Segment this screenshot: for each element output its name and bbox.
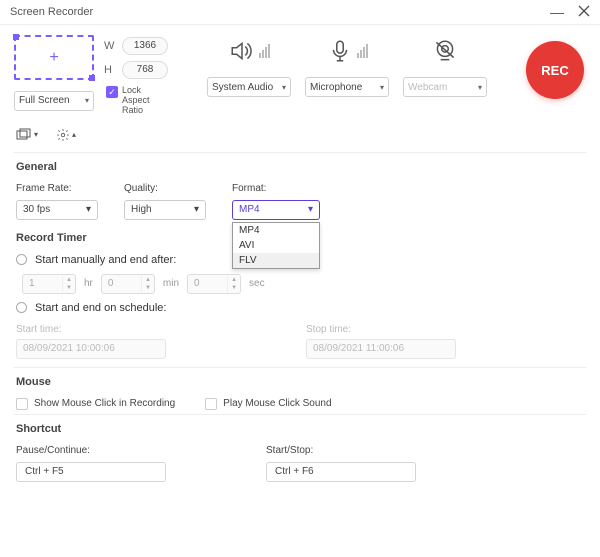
format-option-avi[interactable]: AVI bbox=[233, 238, 319, 253]
chevron-down-icon: ▾ bbox=[308, 204, 313, 215]
quality-select[interactable]: High▾ bbox=[124, 200, 206, 220]
format-dropdown-menu: MP4 AVI FLV bbox=[232, 222, 320, 269]
schedule-radio[interactable] bbox=[16, 302, 27, 313]
general-title: General bbox=[16, 161, 584, 173]
webcam-off-icon bbox=[432, 38, 458, 64]
pause-shortcut-input[interactable]: Ctrl + F5 bbox=[16, 462, 166, 482]
gear-icon bbox=[56, 128, 70, 142]
webcam-select[interactable]: Webcam▾ bbox=[403, 77, 487, 97]
height-input[interactable] bbox=[122, 61, 168, 79]
secondary-toolbar: ▾ ▴ bbox=[0, 122, 600, 152]
down-icon[interactable]: ▼ bbox=[142, 284, 154, 292]
format-option-flv[interactable]: FLV bbox=[233, 253, 319, 268]
system-audio-select[interactable]: System Audio▾ bbox=[207, 77, 291, 97]
start-shortcut-input[interactable]: Ctrl + F6 bbox=[266, 462, 416, 482]
plus-icon: + bbox=[49, 49, 58, 67]
mouse-title: Mouse bbox=[16, 376, 584, 388]
microphone-select[interactable]: Microphone▾ bbox=[305, 77, 389, 97]
lock-aspect-checkbox[interactable]: ✓ bbox=[106, 86, 118, 98]
chevron-down-icon: ▾ bbox=[86, 204, 91, 215]
capture-area-selector[interactable]: + bbox=[14, 35, 94, 80]
system-audio-source: System Audio▾ bbox=[203, 35, 295, 97]
width-input[interactable] bbox=[122, 37, 168, 55]
shortcut-section: Shortcut Pause/Continue: Ctrl + F5 Start… bbox=[0, 415, 600, 486]
down-icon[interactable]: ▼ bbox=[228, 284, 240, 292]
chevron-down-icon: ▾ bbox=[478, 83, 482, 92]
minutes-spinner[interactable]: 0 ▲▼ bbox=[101, 274, 155, 294]
shortcut-title: Shortcut bbox=[16, 423, 584, 435]
width-label: W bbox=[104, 40, 116, 52]
stop-time-input[interactable]: 08/09/2021 11:00:06 bbox=[306, 339, 456, 359]
start-time-label: Start time: bbox=[16, 324, 166, 335]
chevron-up-icon: ▴ bbox=[72, 130, 76, 139]
manual-label: Start manually and end after: bbox=[35, 254, 176, 266]
close-button[interactable] bbox=[578, 5, 590, 20]
down-icon[interactable]: ▼ bbox=[63, 284, 75, 292]
play-sound-checkbox[interactable]: ✓ bbox=[205, 398, 217, 410]
sources-panel: System Audio▾ Microphone▾ Webcam▾ bbox=[180, 35, 514, 97]
format-label: Format: bbox=[232, 183, 320, 194]
pause-shortcut-label: Pause/Continue: bbox=[16, 445, 166, 456]
minimize-button[interactable]: — bbox=[550, 4, 564, 20]
record-label: REC bbox=[541, 63, 568, 78]
record-button[interactable]: REC bbox=[526, 41, 584, 99]
up-icon[interactable]: ▲ bbox=[63, 276, 75, 284]
microphone-source: Microphone▾ bbox=[301, 35, 393, 97]
seconds-unit: sec bbox=[249, 278, 265, 289]
chevron-down-icon: ▾ bbox=[380, 83, 384, 92]
chevron-down-icon: ▾ bbox=[194, 204, 199, 215]
titlebar: Screen Recorder — bbox=[0, 0, 600, 25]
play-sound-label: Play Mouse Click Sound bbox=[223, 398, 331, 409]
microphone-icon bbox=[327, 38, 353, 64]
screenshot-tool[interactable]: ▾ bbox=[16, 128, 38, 142]
speaker-icon bbox=[229, 38, 255, 64]
manual-radio[interactable] bbox=[16, 254, 27, 265]
frame-rate-select[interactable]: 30 fps▾ bbox=[16, 200, 98, 220]
chevron-down-icon: ▾ bbox=[282, 83, 286, 92]
seconds-spinner[interactable]: 0 ▲▼ bbox=[187, 274, 241, 294]
settings-tool[interactable]: ▴ bbox=[56, 128, 76, 142]
format-select[interactable]: MP4▾ bbox=[232, 200, 320, 220]
frame-rate-label: Frame Rate: bbox=[16, 183, 98, 194]
start-shortcut-label: Start/Stop: bbox=[266, 445, 416, 456]
chevron-down-icon: ▾ bbox=[34, 130, 38, 139]
show-click-checkbox[interactable]: ✓ bbox=[16, 398, 28, 410]
up-icon[interactable]: ▲ bbox=[228, 276, 240, 284]
mouse-section: Mouse ✓ Show Mouse Click in Recording ✓ … bbox=[0, 368, 600, 414]
lock-aspect-label: Lock Aspect Ratio bbox=[122, 86, 162, 116]
start-time-input[interactable]: 08/09/2021 10:00:06 bbox=[16, 339, 166, 359]
webcam-source: Webcam▾ bbox=[399, 35, 491, 97]
minutes-unit: min bbox=[163, 278, 179, 289]
layers-icon bbox=[16, 128, 32, 142]
capture-settings: + W H Full Screen ▾ ✓ Lock Aspect Rati bbox=[14, 35, 168, 116]
quality-label: Quality: bbox=[124, 183, 206, 194]
audio-level-icon bbox=[259, 44, 270, 58]
stop-time-label: Stop time: bbox=[306, 324, 456, 335]
schedule-label: Start and end on schedule: bbox=[35, 302, 166, 314]
general-section: General Frame Rate: 30 fps▾ Quality: Hig… bbox=[0, 153, 600, 224]
capture-mode-select[interactable]: Full Screen ▾ bbox=[14, 91, 94, 111]
chevron-down-icon: ▾ bbox=[85, 96, 89, 105]
top-panel: + W H Full Screen ▾ ✓ Lock Aspect Rati bbox=[0, 25, 600, 122]
hours-unit: hr bbox=[84, 278, 93, 289]
height-label: H bbox=[104, 64, 116, 76]
mic-level-icon bbox=[357, 44, 368, 58]
up-icon[interactable]: ▲ bbox=[142, 276, 154, 284]
window-title: Screen Recorder bbox=[10, 6, 93, 18]
format-option-mp4[interactable]: MP4 bbox=[233, 223, 319, 238]
show-click-label: Show Mouse Click in Recording bbox=[34, 398, 175, 409]
hours-spinner[interactable]: 1 ▲▼ bbox=[22, 274, 76, 294]
capture-mode-value: Full Screen bbox=[19, 95, 70, 106]
window-controls: — bbox=[550, 4, 590, 20]
